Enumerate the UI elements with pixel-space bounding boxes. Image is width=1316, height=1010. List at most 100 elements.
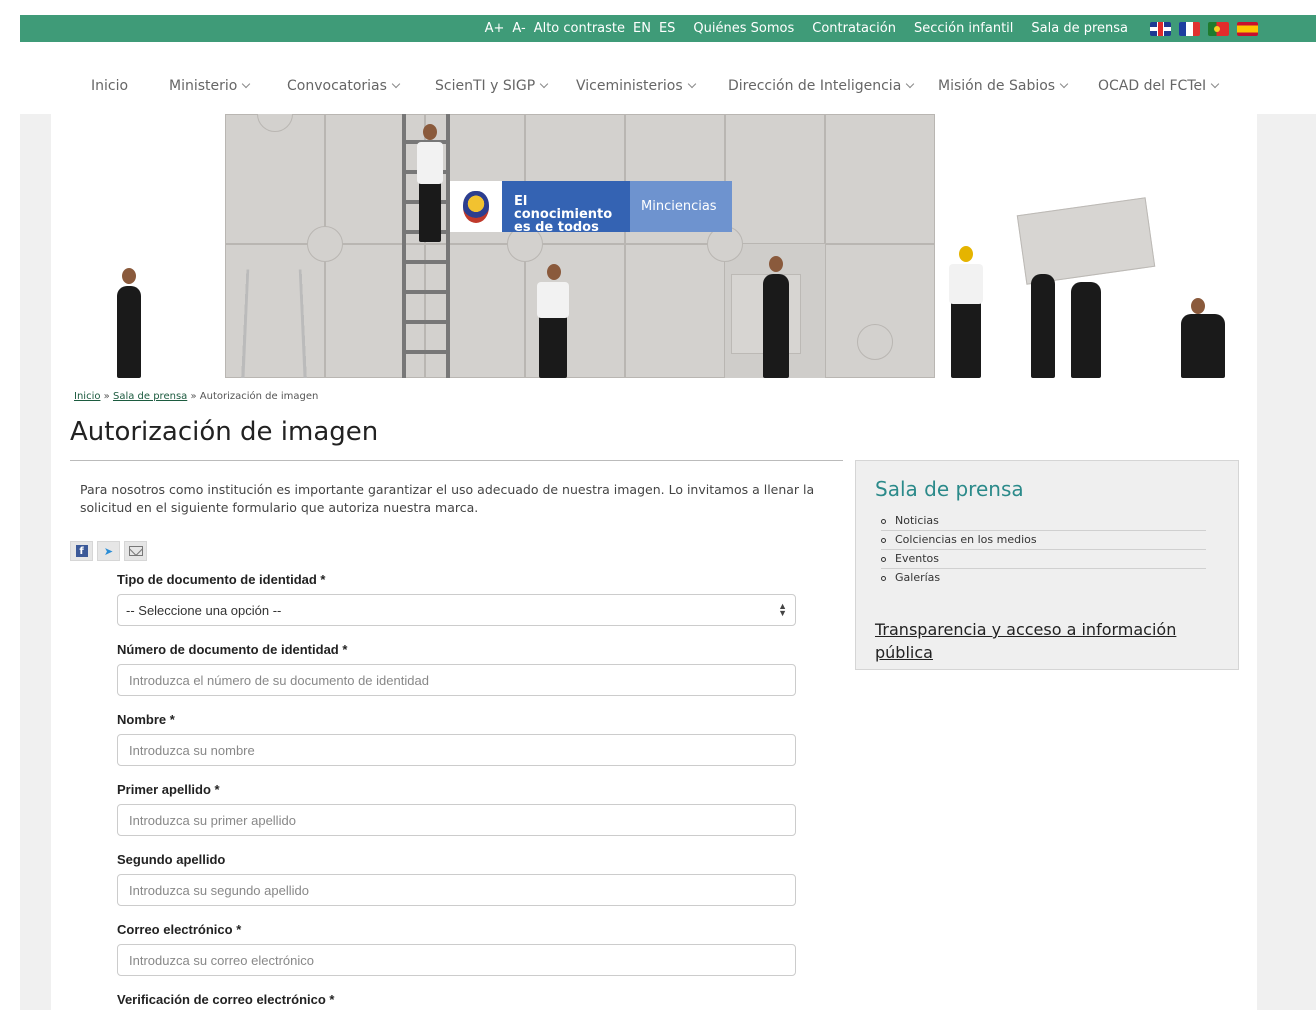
share-buttons: f ➤ [70,541,151,561]
nav-item-ministerio[interactable]: Ministerio [169,78,251,94]
sidebar-item-medios[interactable]: Colciencias en los medios [881,531,1206,550]
envelope-icon [128,546,143,556]
press-room-sidebar: Sala de prensa Noticias Colciencias en l… [855,460,1239,670]
stepladder-illustration [241,269,307,378]
person-head [769,256,783,272]
doc-type-selected-value: -- Seleccione una opción -- [126,602,282,618]
logo-slogan: El conocimiento es de todos [502,181,630,235]
chevron-down-icon [391,79,401,89]
twitter-icon: ➤ [103,544,114,558]
nav-item-convocatorias[interactable]: Convocatorias [287,78,401,94]
logo-line1: El conocimiento [514,194,613,222]
puzzle-knob [857,324,893,360]
chevron-down-icon [1059,79,1069,89]
person-head [122,268,136,284]
sidebar-item-noticias[interactable]: Noticias [881,512,1206,531]
first-surname-input[interactable] [117,804,796,836]
breadcrumb-separator: » [103,391,110,402]
sidebar-item-eventos[interactable]: Eventos [881,550,1206,569]
nav-label: Ministerio [169,78,238,94]
email-field: Correo electrónico * [117,920,796,976]
nav-item-scienti[interactable]: ScienTI y SIGP [435,78,549,94]
email-input[interactable] [117,944,796,976]
chevron-down-icon [1210,79,1220,89]
language-flags [1142,21,1258,36]
second-surname-input[interactable] [117,874,796,906]
portugal-flag-icon[interactable] [1208,21,1229,36]
person-illustration [1071,282,1101,378]
doc-number-label: Número de documento de identidad * [117,642,348,657]
nav-item-direccion-inteligencia[interactable]: Dirección de Inteligencia [728,78,915,94]
logo-brand: Minciencias [630,181,732,232]
breadcrumb: Inicio » Sala de prensa » Autorización d… [74,391,318,402]
person-illustration [1031,274,1055,378]
person-shirt [537,282,569,318]
nav-item-mision-sabios[interactable]: Misión de Sabios [938,78,1069,94]
first-surname-field: Primer apellido * [117,780,796,836]
puzzle-piece [825,114,935,244]
select-arrows-icon: ▲ ▼ [778,601,787,618]
main-navigation: Inicio Ministerio Convocatorias ScienTI … [20,60,1316,112]
facebook-share-button[interactable]: f [70,541,93,561]
right-gutter [1257,114,1316,1010]
doc-number-input[interactable] [117,664,796,696]
title-divider [70,460,843,461]
puzzle-wall [225,114,935,378]
intro-text: Para nosotros como institución es import… [80,482,815,515]
hardhat-icon [959,246,973,262]
person-illustration [1181,314,1225,378]
page-title: Autorización de imagen [70,417,379,447]
sidebar-item-galerias[interactable]: Galerías [881,569,1206,588]
nav-label: Viceministerios [576,78,683,94]
press-room-link[interactable]: Sala de prensa [1031,21,1128,36]
lang-es-link[interactable]: ES [659,21,675,36]
contracting-link[interactable]: Contratación [812,21,896,36]
breadcrumb-current: Autorización de imagen [199,391,319,402]
breadcrumb-separator: » [190,391,197,402]
france-flag-icon[interactable] [1179,21,1200,36]
logo-line2: es de todos [514,220,599,235]
nav-item-inicio[interactable]: Inicio [91,78,128,94]
nav-label: ScienTI y SIGP [435,78,536,94]
nav-label: OCAD del FCTeI [1098,78,1207,94]
font-increase-link[interactable]: A+ [485,21,505,36]
doc-type-select[interactable]: -- Seleccione una opción -- ▲ ▼ [117,594,796,626]
nav-label: Convocatorias [287,78,387,94]
nav-item-ocad[interactable]: OCAD del FCTeI [1098,78,1220,94]
hero-banner: El conocimiento es de todos Minciencias [51,114,1257,378]
email-label: Correo electrónico * [117,922,242,937]
email-share-button[interactable] [124,541,147,561]
kids-section-link[interactable]: Sección infantil [914,21,1013,36]
name-input[interactable] [117,734,796,766]
nav-item-viceministerios[interactable]: Viceministerios [576,78,696,94]
twitter-share-button[interactable]: ➤ [97,541,120,561]
font-decrease-link[interactable]: A- [512,21,525,36]
chevron-down-icon [687,79,696,89]
sidebar-title: Sala de prensa [875,477,1024,501]
facebook-icon: f [75,545,88,557]
transparency-link[interactable]: Transparencia y acceso a información púb… [875,618,1215,664]
chevron-down-icon [242,79,251,89]
image-authorization-form: Tipo de documento de identidad * -- Sele… [117,570,796,1010]
lang-en-link[interactable]: EN [633,21,651,36]
email-verify-field: Verificación de correo electrónico * [117,990,796,1010]
person-head [547,264,561,280]
puzzle-piece [725,114,825,244]
chevron-down-icon [539,79,549,89]
about-us-link[interactable]: Quiénes Somos [693,21,794,36]
person-shirt [417,142,443,184]
breadcrumb-home-link[interactable]: Inicio [74,391,100,402]
nav-label: Dirección de Inteligencia [728,78,902,94]
floating-puzzle-piece [1016,197,1156,285]
spain-flag-icon[interactable] [1237,21,1258,36]
breadcrumb-section-link[interactable]: Sala de prensa [113,391,187,402]
nav-label: Misión de Sabios [938,78,1056,94]
doc-type-label: Tipo de documento de identidad * [117,572,326,587]
high-contrast-link[interactable]: Alto contraste [534,21,625,36]
uk-flag-icon[interactable] [1150,21,1171,36]
minciencias-logo: El conocimiento es de todos Minciencias [450,181,732,235]
doc-type-field: Tipo de documento de identidad * -- Sele… [117,570,796,626]
nav-label: Inicio [91,78,129,94]
puzzle-piece [225,114,325,244]
name-label: Nombre * [117,712,175,727]
